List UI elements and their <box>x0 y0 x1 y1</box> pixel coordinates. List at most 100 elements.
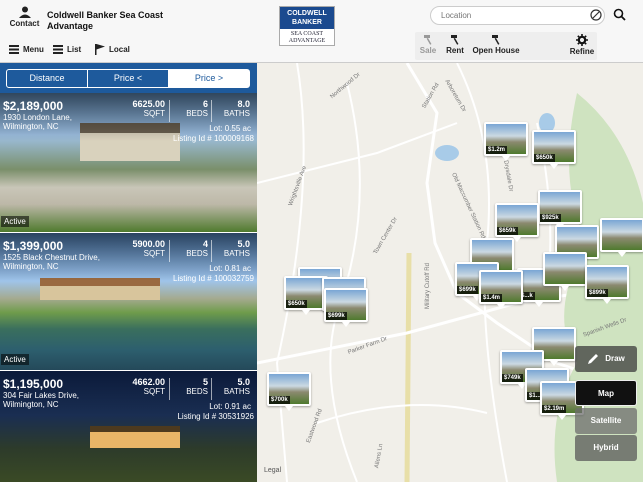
sort-distance-tab[interactable]: Distance <box>6 69 88 88</box>
filter-sale-button[interactable]: Sale <box>417 34 439 58</box>
pin-price: $659k <box>497 227 518 235</box>
listing-lot: Lot: 0.91 ac <box>209 402 251 411</box>
refine-button[interactable]: Refine <box>569 34 595 58</box>
listing-city: Wilmington, NC <box>3 400 59 409</box>
listing-beds: 4 BEDS <box>176 239 208 258</box>
listing-baths: 5.0 BATHS <box>214 239 250 258</box>
location-input[interactable] <box>430 6 605 25</box>
sort-price-desc-tab[interactable]: Price > <box>168 69 250 88</box>
pin-price: $700k <box>269 396 290 404</box>
filter-rent-label: Rent <box>446 46 464 55</box>
pin-photo: $700k <box>269 374 309 404</box>
map-listing-pin[interactable]: $699k <box>324 288 368 327</box>
pin-price: $650k <box>286 300 307 308</box>
hammer-icon <box>491 35 499 45</box>
logo-top-text: COLDWELL BANKER <box>280 7 334 29</box>
local-label: Local <box>109 44 130 54</box>
house-photo <box>90 426 180 448</box>
search-icon[interactable] <box>613 8 626 21</box>
listing-street: 304 Fair Lakes Drive, <box>3 391 80 400</box>
pin-price: $699k <box>457 286 478 294</box>
legal-link[interactable]: Legal <box>264 467 281 474</box>
listing-id: Listing Id # 100009168 <box>173 134 254 143</box>
hammer-icon <box>450 35 458 45</box>
listing-card[interactable]: $1,399,000 1525 Black Chestnut Drive, Wil… <box>0 233 257 370</box>
map-listing-pin[interactable]: $700k <box>267 372 311 411</box>
listing-card[interactable]: $2,189,000 1930 London Lane, Wilmington, … <box>0 93 257 232</box>
divider <box>211 100 212 122</box>
local-button[interactable]: Local <box>95 42 130 56</box>
listing-id: Listing Id # 100032759 <box>173 274 254 283</box>
baths-label: BATHS <box>223 109 250 118</box>
map-listing-pin[interactable]: $925k <box>538 190 582 229</box>
app-header: Contact Coldwell Banker Sea Coast Advant… <box>0 0 643 63</box>
listing-address: 1525 Black Chestnut Drive, Wilmington, NC <box>3 253 100 271</box>
pin-photo: $899k <box>587 267 627 297</box>
map-type-hybrid-button[interactable]: Hybrid <box>575 435 637 461</box>
filter-rent-button[interactable]: Rent <box>444 34 466 58</box>
pin-photo: $650k <box>286 278 326 308</box>
listing-city: Wilmington, NC <box>3 122 59 131</box>
flag-icon <box>95 43 105 55</box>
contact-button[interactable]: Contact <box>6 6 43 34</box>
sqft-value: 5900.00 <box>132 239 165 249</box>
menu-button[interactable]: Menu <box>9 42 44 56</box>
filter-sale-label: Sale <box>419 46 437 55</box>
map-listing-pin[interactable]: $899k <box>585 265 629 304</box>
sqft-label: SQFT <box>143 109 165 118</box>
map-type-satellite-button[interactable]: Satellite <box>575 408 637 434</box>
pin-photo <box>602 220 642 250</box>
map-listing-pin[interactable] <box>543 252 587 291</box>
divider <box>169 378 170 400</box>
draw-button[interactable]: Draw <box>575 346 637 372</box>
divider <box>169 240 170 262</box>
location-arrow-icon[interactable] <box>590 9 602 21</box>
list-icon <box>53 44 63 54</box>
house-photo <box>40 278 160 300</box>
status-badge: Active <box>1 354 29 365</box>
map-listing-pin[interactable]: $1.2m <box>484 122 528 161</box>
pin-price: $650k <box>534 154 555 162</box>
list-view-button[interactable]: List <box>53 42 81 56</box>
gear-icon <box>576 34 588 46</box>
hammer-icon <box>423 35 431 45</box>
map-listing-pin[interactable]: $659k <box>495 203 539 242</box>
listing-id: Listing Id # 30531926 <box>177 412 254 421</box>
pin-price: $1.4m <box>481 294 503 302</box>
divider <box>211 240 212 262</box>
pin-photo: $925k <box>540 192 580 222</box>
pin-price: $699k <box>326 312 347 320</box>
sort-price-asc-tab[interactable]: Price < <box>87 69 169 88</box>
baths-label: BATHS <box>223 249 250 258</box>
listing-street: 1525 Black Chestnut Drive, <box>3 253 100 262</box>
listing-card[interactable]: $1,195,000 304 Fair Lakes Drive, Wilmingt… <box>0 371 257 482</box>
filter-open-house-button[interactable]: Open House <box>472 34 520 58</box>
map-type-map-button[interactable]: Map <box>575 380 637 406</box>
listing-price: $1,399,000 <box>3 239 64 253</box>
agent-name: Coldwell Banker Sea Coast Advantage <box>47 10 164 31</box>
listing-street: 1930 London Lane, <box>3 113 72 122</box>
listing-city: Wilmington, NC <box>3 262 59 271</box>
refine-label: Refine <box>569 47 595 56</box>
map-listing-pin[interactable] <box>600 218 643 257</box>
filter-open-house-label: Open House <box>472 46 520 55</box>
listing-price: $2,189,000 <box>3 99 64 113</box>
sqft-label: SQFT <box>143 249 165 258</box>
listing-beds: 5 BEDS <box>176 377 208 396</box>
map-listing-pin[interactable]: $650k <box>532 130 576 169</box>
list-label: List <box>67 44 82 54</box>
beds-label: BEDS <box>186 387 208 396</box>
street-label: Military Cutoff Rd <box>424 263 431 309</box>
pin-price: $899k <box>587 289 608 297</box>
listing-sqft: 4662.00 SQFT <box>125 377 165 396</box>
listing-sqft: 5900.00 SQFT <box>125 239 165 258</box>
pin-price: $2.19m <box>542 405 567 413</box>
pin-photo: $659k <box>497 205 537 235</box>
person-icon <box>18 6 31 18</box>
menu-label: Menu <box>23 44 44 54</box>
listing-baths: 8.0 BATHS <box>214 99 250 118</box>
map-listing-pin[interactable]: $1.4m <box>479 270 523 309</box>
listing-beds: 6 BEDS <box>176 99 208 118</box>
pin-photo: $1.2m <box>486 124 526 154</box>
beds-value: 5 <box>202 377 208 387</box>
